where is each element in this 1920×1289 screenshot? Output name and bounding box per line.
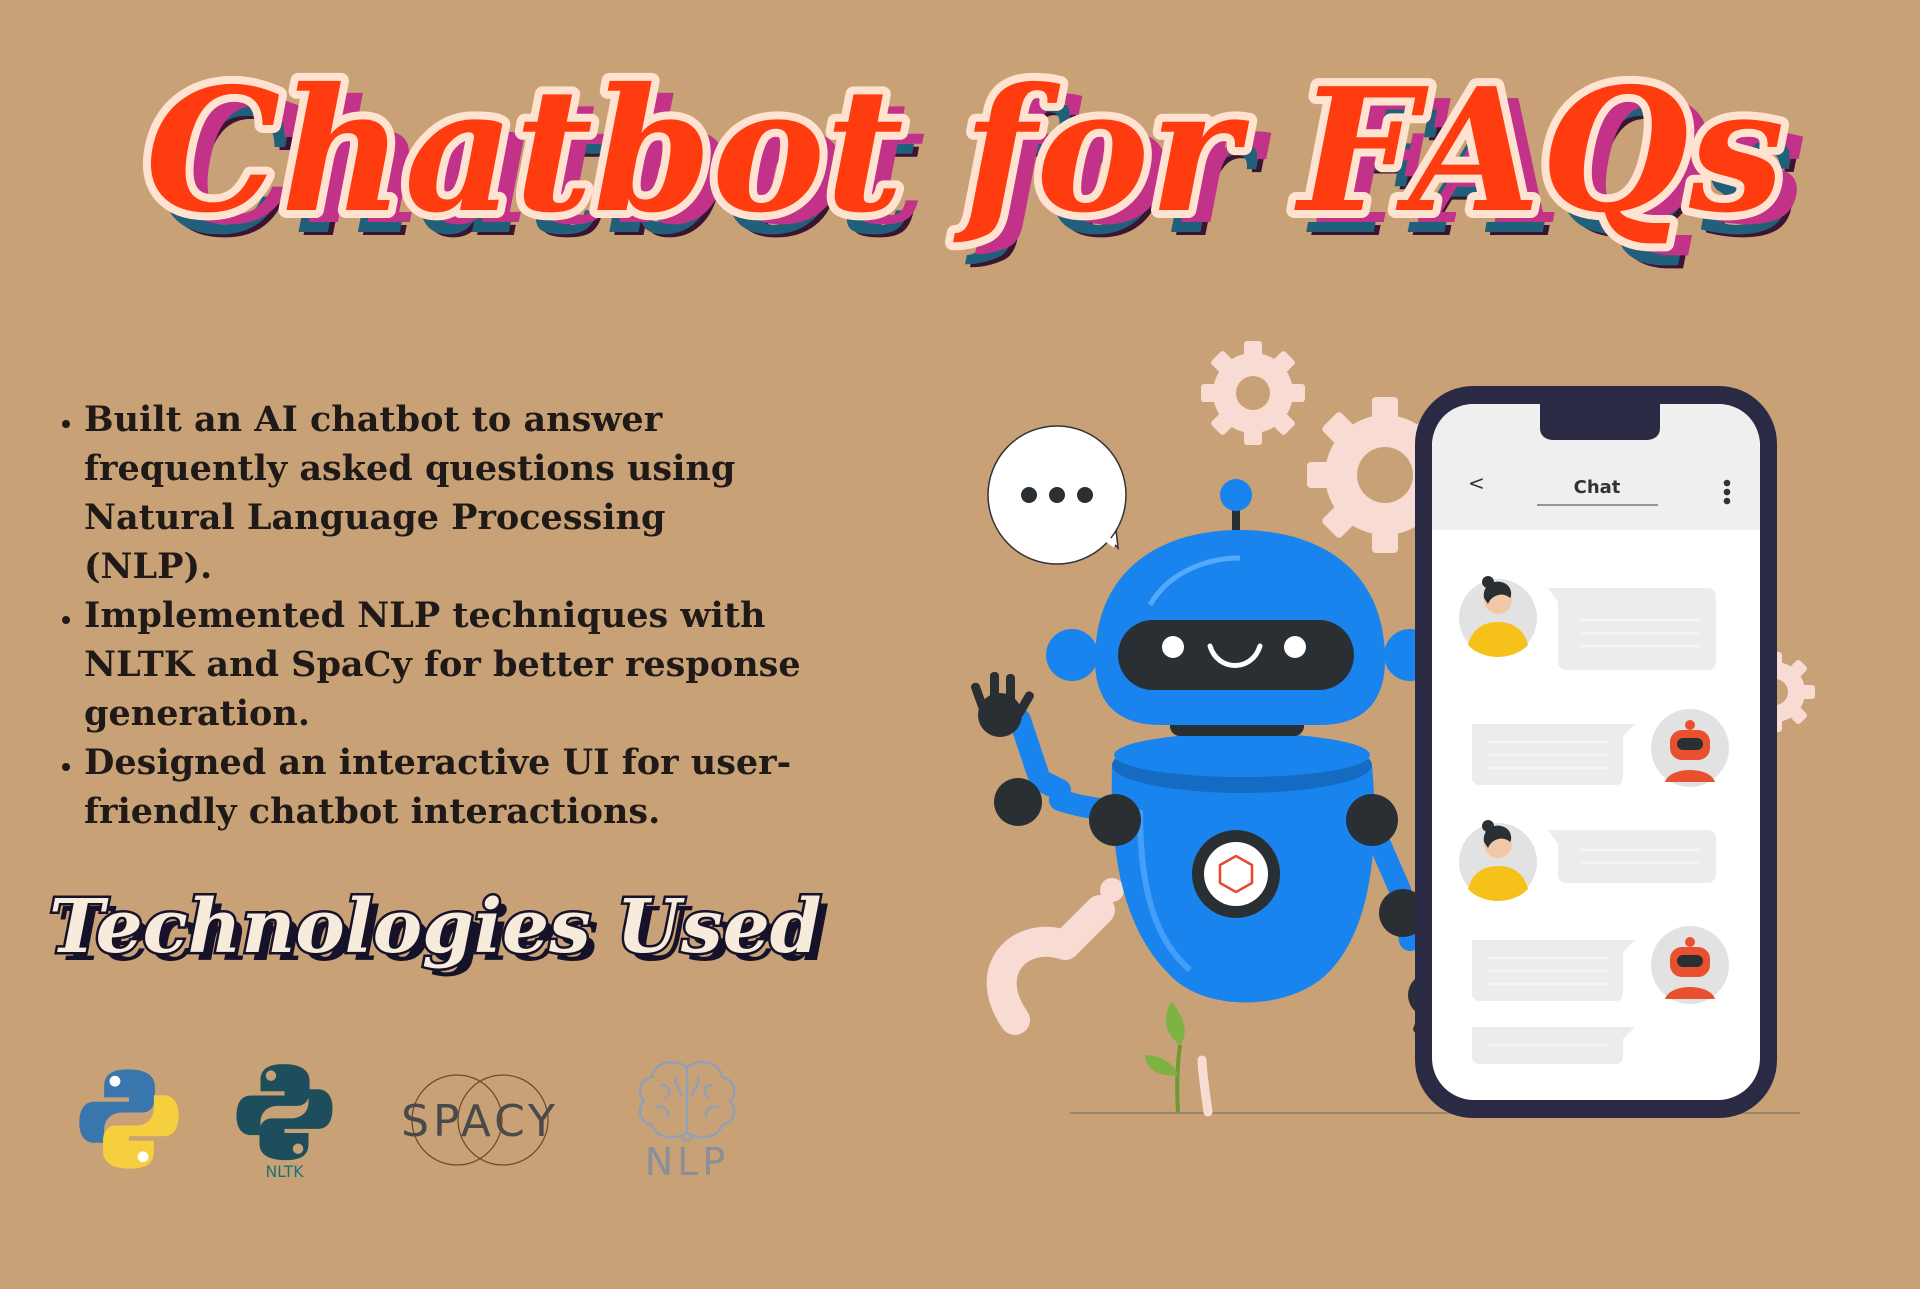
python-icon [75,1065,183,1173]
nltk-label: NLTK [265,1162,304,1180]
list-item: Built an AI chatbot to answer frequently… [84,395,804,591]
question-mark-icon [986,895,1115,1035]
brain-icon: NLP [632,1055,742,1185]
feature-list: Built an AI chatbot to answer frequently… [48,395,804,836]
chat-message-user [1459,576,1716,670]
chatbot-illustration: < Chat [940,330,1840,1130]
chat-title: Chat [1574,477,1621,498]
list-item: Designed an interactive UI for user-frie… [84,738,804,836]
chat-message-bot [1472,1027,1635,1064]
speech-bubble [987,425,1127,565]
spacy-logo: SPACY [385,1070,575,1170]
gear-icon [1201,341,1305,445]
page-title: Chatbot for FAQs Chatbot for FAQs Chatbo… [137,40,1806,320]
back-icon[interactable]: < [1468,471,1485,495]
list-item: Implemented NLP techniques with NLTK and… [84,591,804,738]
nlp-label: NLP [645,1140,730,1184]
nltk-icon: NLTK [232,1060,337,1181]
technologies-heading-text: Technologies Used [49,884,822,970]
more-options-icon [1723,479,1731,505]
plant-icon [1145,1002,1213,1117]
phone-mockup: < Chat [1415,386,1777,1118]
title-text: Chatbot for FAQs [145,51,1784,251]
technologies-heading: Technologies Used Technologies Used [45,868,830,1008]
spacy-label: SPACY [401,1096,559,1147]
